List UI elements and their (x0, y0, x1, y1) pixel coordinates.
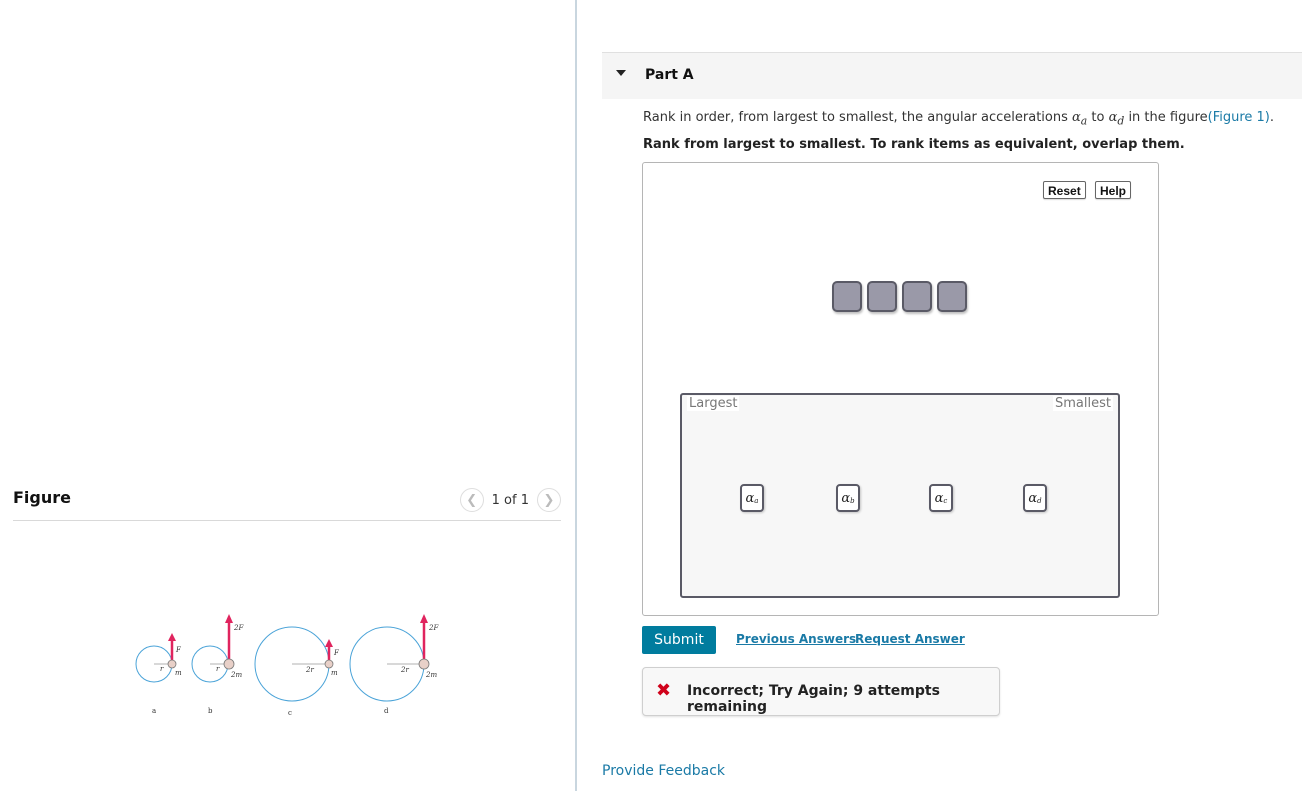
rank-item-alpha-c[interactable]: αc (929, 484, 953, 512)
rank-item-alpha-d[interactable]: αd (1023, 484, 1047, 512)
prompt-text: to (1087, 110, 1109, 125)
radius-label: 2r (305, 666, 314, 674)
empty-slot[interactable] (902, 281, 932, 312)
radius-label: 2r (400, 666, 409, 674)
x-icon: ✖ (656, 680, 672, 701)
radius-label: r (216, 665, 220, 673)
next-figure-button[interactable]: ❯ (537, 488, 561, 512)
diagram-label: c (288, 709, 292, 717)
force-label: 2F (233, 624, 244, 632)
mass-label: 2m (425, 671, 437, 679)
figure-title: Figure (13, 488, 71, 507)
empty-slot[interactable] (937, 281, 967, 312)
figure-pager: ❮ 1 of 1 ❯ (459, 488, 561, 512)
alpha-a-symbol: αa (1072, 110, 1088, 128)
request-answer-link[interactable]: Request Answer (855, 632, 965, 646)
feedback-text: Incorrect; Try Again; 9 attempts remaini… (687, 683, 940, 715)
prompt-text: in the figure (1124, 110, 1208, 125)
provide-feedback-link[interactable]: Provide Feedback (602, 763, 725, 779)
figure-image: r m F a r 2m 2F b 2r m F c 2r 2m 2F d (135, 614, 439, 717)
mass-label: 2m (230, 671, 242, 679)
chevron-right-icon: ❯ (543, 492, 555, 508)
force-label: F (175, 646, 182, 654)
diagram-label: b (208, 707, 213, 715)
item-pool (832, 281, 967, 312)
pager-text: 1 of 1 (491, 492, 529, 508)
rank-item-alpha-a[interactable]: αa (740, 484, 764, 512)
empty-slot[interactable] (867, 281, 897, 312)
part-title: Part A (645, 67, 694, 83)
diagram-label: a (152, 707, 156, 715)
ranking-widget: Reset Help Largest Smallest αa αb αc αd (642, 162, 1159, 616)
chevron-left-icon: ❮ (466, 492, 478, 508)
reset-button[interactable]: Reset (1043, 181, 1086, 199)
ranking-drop-area[interactable]: Largest Smallest αa αb αc αd (680, 393, 1120, 598)
alpha-d-symbol: αd (1108, 110, 1125, 128)
diagram-a: r m F a (135, 633, 182, 715)
feedback-message: ✖ Incorrect; Try Again; 9 attempts remai… (642, 667, 1000, 716)
diagram-d: 2r 2m 2F d (349, 614, 439, 715)
question-prompt: Rank in order, from largest to smallest,… (643, 110, 1275, 128)
figure-link[interactable]: (Figure 1) (1208, 110, 1270, 125)
rank-item-alpha-b[interactable]: αb (836, 484, 860, 512)
panel-divider[interactable] (575, 0, 577, 791)
prompt-text: Rank in order, from largest to smallest,… (643, 110, 1073, 125)
ranking-instruction: Rank from largest to smallest. To rank i… (643, 137, 1185, 152)
mass-label: m (331, 669, 338, 677)
force-label: F (333, 649, 340, 657)
caret-down-icon[interactable] (616, 70, 626, 76)
part-a-header[interactable]: Part A (602, 52, 1302, 99)
empty-slot[interactable] (832, 281, 862, 312)
submit-button[interactable]: Submit (642, 626, 716, 654)
force-label: 2F (428, 624, 439, 632)
diagram-c: 2r m F c (254, 626, 340, 717)
diagram-label: d (384, 707, 389, 715)
largest-label: Largest (687, 396, 740, 411)
diagram-b: r 2m 2F b (191, 614, 244, 715)
figure-header: Figure ❮ 1 of 1 ❯ (13, 486, 561, 521)
smallest-label: Smallest (1053, 396, 1113, 411)
previous-answers-link[interactable]: Previous Answers (736, 632, 856, 646)
prev-figure-button[interactable]: ❮ (459, 488, 484, 512)
help-button[interactable]: Help (1095, 181, 1132, 199)
mass-label: m (175, 669, 182, 677)
radius-label: r (160, 665, 164, 673)
